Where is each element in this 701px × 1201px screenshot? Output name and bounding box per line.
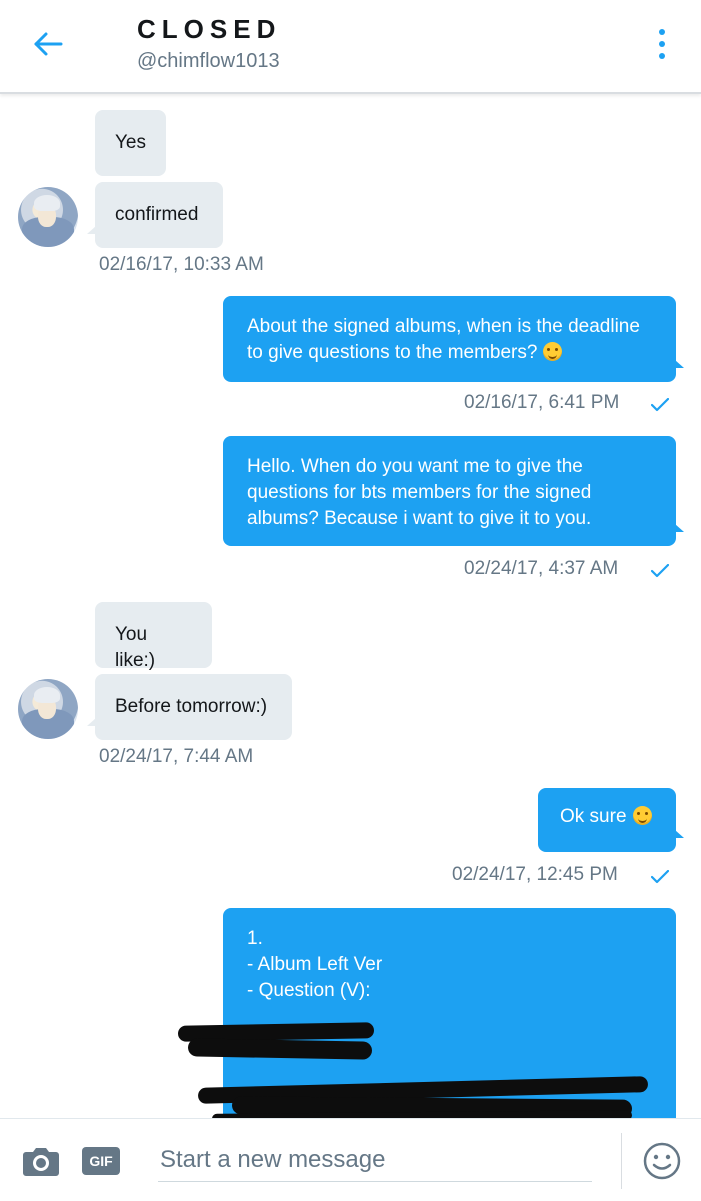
message-line: - Album Left Ver <box>247 954 383 975</box>
message-input[interactable] <box>158 1139 592 1182</box>
message-timestamp: 02/24/17, 12:45 PM <box>452 864 618 885</box>
conversation-title: CLOSED <box>137 14 282 44</box>
message-text: confirmed <box>115 204 199 225</box>
message-text: About the signed albums, when is the dea… <box>247 316 640 363</box>
conversation-header: CLOSED @chimflow1013 <box>0 0 701 94</box>
read-check-icon <box>651 870 669 884</box>
message-text: Ok sure <box>560 806 627 827</box>
smiling-face-emoji-icon <box>543 342 563 361</box>
redaction-scribble <box>187 1038 373 1060</box>
camera-icon[interactable] <box>22 1145 60 1177</box>
message-line: - Question (V): <box>247 980 371 1001</box>
grinning-face-emoji-icon <box>632 806 652 825</box>
incoming-message[interactable]: Before tomorrow:) <box>87 674 292 740</box>
more-options-icon[interactable] <box>648 24 676 64</box>
emoji-icon[interactable] <box>642 1141 682 1181</box>
incoming-message[interactable]: You like:) <box>95 602 212 671</box>
message-text: You like:) <box>115 624 156 671</box>
message-text: Before tomorrow:) <box>115 696 268 717</box>
sender-avatar[interactable] <box>18 679 78 739</box>
outgoing-message[interactable]: Hello. When do you want me to give the q… <box>223 436 684 546</box>
outgoing-message[interactable]: About the signed albums, when is the dea… <box>223 296 684 382</box>
message-timestamp: 02/16/17, 6:41 PM <box>464 392 620 413</box>
incoming-message[interactable]: confirmed <box>87 182 223 248</box>
conversation-handle[interactable]: @chimflow1013 <box>137 50 280 73</box>
back-arrow-icon[interactable] <box>26 22 70 66</box>
sender-avatar[interactable] <box>18 187 78 247</box>
message-text: Hello. When do you want me to give the q… <box>247 456 592 529</box>
message-composer: GIF <box>0 1118 701 1201</box>
message-text: Yes <box>115 132 146 153</box>
read-check-icon <box>651 564 669 578</box>
gif-button[interactable]: GIF <box>82 1147 120 1175</box>
message-timestamp: 02/24/17, 4:37 AM <box>464 558 619 579</box>
incoming-message[interactable]: Yes <box>95 110 166 176</box>
composer-divider <box>621 1133 622 1189</box>
message-timestamp: 02/16/17, 10:33 AM <box>99 254 264 275</box>
message-timestamp: 02/24/17, 7:44 AM <box>99 746 254 767</box>
outgoing-message[interactable]: Ok sure <box>538 788 684 852</box>
message-line: 1. <box>247 928 263 949</box>
message-list[interactable]: Yes confirmed 02/16/17, 10:33 AM About t… <box>0 94 701 1118</box>
read-check-icon <box>651 398 669 412</box>
